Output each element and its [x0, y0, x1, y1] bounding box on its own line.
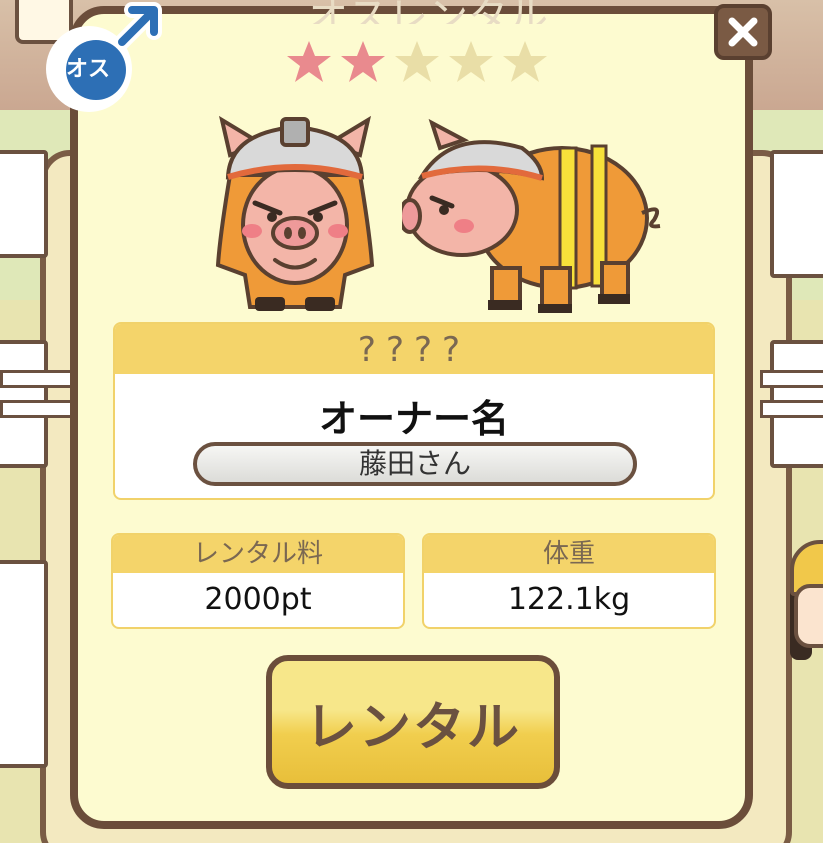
gender-badge: オス	[50, 2, 162, 108]
fence-rail	[0, 400, 76, 418]
rental-fee-card: レンタル料 2000pt	[111, 533, 405, 629]
star-empty-icon	[395, 41, 439, 82]
fence-rail	[760, 400, 823, 418]
rental-fee-value: 2000pt	[204, 582, 312, 617]
owner-label: オーナー名	[318, 397, 509, 441]
rating-stars	[284, 38, 554, 86]
fence-post	[0, 150, 48, 258]
weight-label: 体重	[424, 535, 714, 573]
star-filled-icon	[287, 41, 331, 82]
fence-rail	[0, 370, 76, 388]
background-character	[782, 540, 823, 670]
close-button[interactable]	[714, 4, 772, 60]
star-filled-icon	[341, 41, 385, 82]
star-empty-icon	[449, 41, 493, 82]
fence-post	[770, 150, 823, 278]
fence-post	[0, 560, 48, 768]
pig-info-card: ???? オーナー名 藤田さん	[113, 322, 715, 500]
star-empty-icon	[503, 41, 547, 82]
rental-fee-label: レンタル料	[113, 535, 403, 573]
dialog-title-behind: オスレンタル	[308, 0, 548, 24]
weight-card: 体重 122.1kg	[422, 533, 716, 629]
pig-side-image	[402, 118, 661, 313]
owner-name-field: 藤田さん	[193, 442, 637, 486]
pig-front-image	[215, 115, 375, 311]
weight-value: 122.1kg	[507, 582, 631, 617]
rent-button[interactable]: レンタル	[266, 655, 560, 789]
pig-name: ????	[115, 324, 713, 374]
close-icon	[728, 17, 758, 47]
fence-rail	[760, 370, 823, 388]
gender-label: オス	[65, 57, 110, 82]
